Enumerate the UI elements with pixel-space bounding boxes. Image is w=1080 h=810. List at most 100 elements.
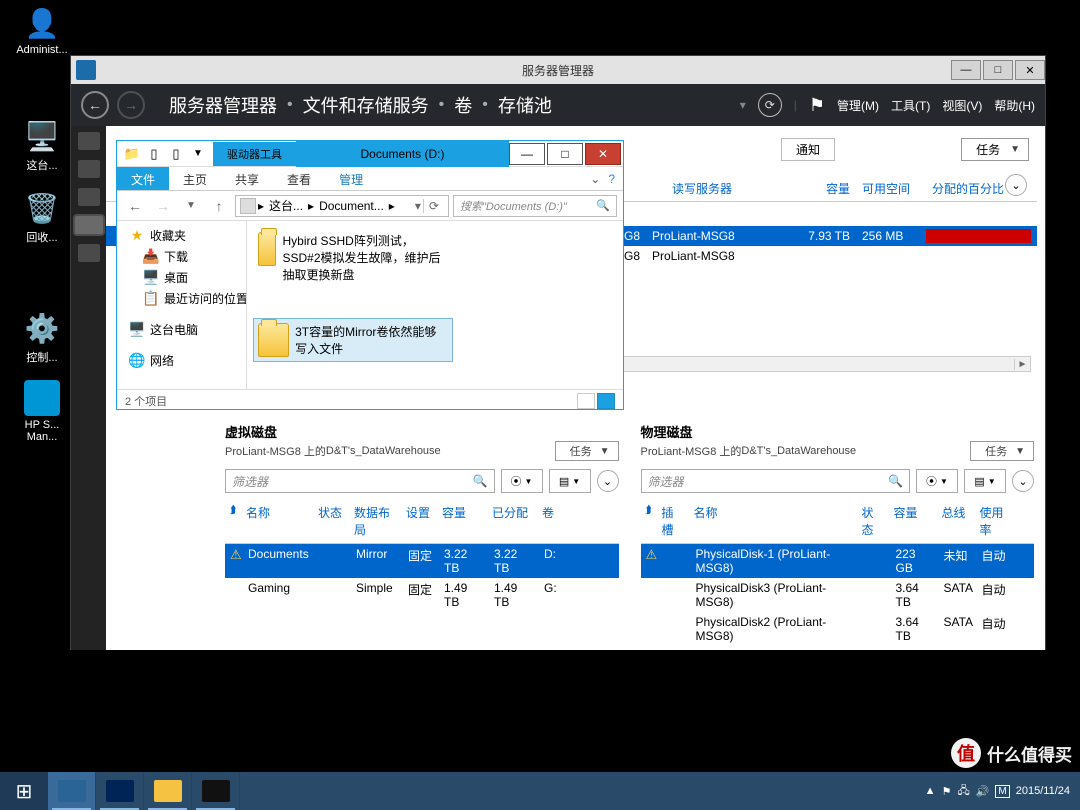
titlebar[interactable]: 📁 ▯ ▯ ▼ 驱动器工具 Documents (D:) — □ ✕ [117, 141, 623, 167]
ime-icon[interactable]: M [995, 785, 1009, 798]
desktop-icon-recycle[interactable]: 🗑️回收... [12, 190, 72, 245]
refresh-icon[interactable]: ⟳ [758, 93, 782, 117]
forward-button[interactable]: → [151, 194, 175, 218]
search-icon[interactable]: 🔍 [888, 474, 903, 488]
folder-icon [258, 323, 289, 357]
file-view[interactable]: Hybird SSHD阵列测试，SSD#2模拟发生故障，维护后抽取更换新盘 3T… [247, 221, 623, 389]
close-button[interactable]: ✕ [585, 143, 621, 165]
filter-dropdown[interactable]: ⦿ ▼ [916, 469, 958, 493]
back-button[interactable]: ← [123, 194, 147, 218]
taskbar-powershell[interactable] [96, 772, 144, 810]
breadcrumb-item[interactable]: 文件和存储服务 [303, 92, 429, 118]
refresh-icon[interactable]: ⟳ [423, 199, 444, 213]
new-folder-icon[interactable]: ▯ [167, 145, 185, 163]
ribbon-context-tab[interactable]: 驱动器工具 [213, 142, 296, 166]
search-icon[interactable]: 🔍 [596, 199, 610, 212]
maximize-button[interactable]: □ [547, 143, 583, 165]
status-text: 2 个项目 [125, 393, 167, 409]
back-button[interactable]: ← [81, 91, 109, 119]
nav-item[interactable] [78, 188, 100, 206]
volume-icon[interactable]: 🔊 [976, 785, 990, 798]
flag-icon[interactable]: ⚑ [809, 95, 825, 116]
filter-dropdown[interactable]: ▤ ▼ [964, 469, 1006, 493]
table-row[interactable]: PhysicalDisk2 (ProLiant-MSG8) 3.64 TB SA… [641, 612, 1035, 646]
desktop-icon-hp[interactable]: HP S... Man... [12, 380, 72, 443]
view-details-button[interactable] [577, 393, 595, 409]
table-row[interactable]: Gaming Simple 固定 1.49 TB 1.49 TB G: [225, 578, 619, 612]
tab-file[interactable]: 文件 [117, 167, 169, 190]
notify-button[interactable]: 通知 [781, 138, 835, 161]
desktop-icon: 🖥️ [143, 270, 159, 286]
network-icon[interactable]: 🖧 [957, 782, 969, 801]
task-dropdown[interactable]: 任务▼ [970, 441, 1034, 461]
menu-tools[interactable]: 工具(T) [891, 97, 930, 114]
quick-access-toolbar: 📁 ▯ ▯ ▼ [117, 145, 213, 163]
help-icon[interactable]: ? [608, 172, 615, 186]
minimize-button[interactable]: — [509, 143, 545, 165]
expand-button[interactable]: ⌄ [597, 470, 619, 492]
flag-icon[interactable]: ⚑ [942, 785, 952, 798]
filter-input[interactable]: 筛选器🔍 [641, 469, 911, 493]
table-row[interactable]: ⚠ Documents Mirror 固定 3.22 TB 3.22 TB D: [225, 544, 619, 578]
menu-manage[interactable]: 管理(M) [837, 97, 879, 114]
nav-item[interactable] [78, 244, 100, 262]
expand-button[interactable]: ⌄ [1012, 470, 1034, 492]
task-dropdown[interactable]: 任务▼ [555, 441, 619, 461]
clock[interactable]: 2015/11/24 [1016, 785, 1070, 797]
tab-view[interactable]: 查看 [273, 167, 325, 190]
tree-network[interactable]: 🌐网络 [121, 350, 242, 371]
start-button[interactable]: ⊞ [0, 772, 48, 810]
ribbon: 文件 主页 共享 查看 管理 ⌄ ? [117, 167, 623, 191]
search-icon[interactable]: 🔍 [473, 474, 488, 488]
taskbar-explorer[interactable] [144, 772, 192, 810]
tree-favorites[interactable]: ★收藏夹 [121, 225, 242, 246]
view-icons-button[interactable] [597, 393, 615, 409]
tree-downloads[interactable]: 📥下载 [121, 246, 242, 267]
folder-icon: 📁 [123, 145, 141, 163]
usage-bar [926, 229, 1031, 243]
taskbar-server-manager[interactable] [48, 772, 96, 810]
menu-view[interactable]: 视图(V) [942, 97, 982, 114]
nav-item[interactable] [78, 132, 100, 150]
nav-item[interactable] [78, 160, 100, 178]
chevron-down-icon[interactable]: ⌄ [590, 172, 600, 186]
titlebar[interactable]: 服务器管理器 — □ ✕ [71, 56, 1045, 84]
desktop-icon-control[interactable]: ⚙️控制... [12, 310, 72, 365]
table-row[interactable]: PhysicalDisk0 (ProLiant-MSG8) 447 GB SAT… [641, 646, 1035, 650]
desktop-icon-admin[interactable]: 👤Administ... [12, 5, 72, 56]
qat-dropdown[interactable]: ▼ [189, 145, 207, 163]
table-row[interactable]: PhysicalDisk3 (ProLiant-MSG8) 3.64 TB SA… [641, 578, 1035, 612]
tree-desktop[interactable]: 🖥️桌面 [121, 267, 242, 288]
recent-dropdown[interactable]: ▼ [179, 194, 203, 218]
tree-thispc[interactable]: 🖥️这台电脑 [121, 319, 242, 340]
system-tray[interactable]: ▲ ⚑ 🖧 🔊 M 2015/11/24 [915, 772, 1080, 810]
breadcrumb-item[interactable]: 卷 [454, 92, 472, 118]
filter-input[interactable]: 筛选器🔍 [225, 469, 495, 493]
folder-item[interactable]: 3T容量的Mirror卷依然能够写入文件 [253, 318, 453, 362]
pane-title: 物理磁盘 [641, 422, 1035, 441]
address-bar[interactable]: ▸ 这台...▸ Document...▸ ▾ ⟳ [235, 195, 449, 217]
desktop-icon-pc[interactable]: 🖥️这台... [12, 118, 72, 173]
properties-icon[interactable]: ▯ [145, 145, 163, 163]
tab-home[interactable]: 主页 [169, 167, 221, 190]
up-button[interactable]: ↑ [207, 194, 231, 218]
folder-label: Hybird SSHD阵列测试，SSD#2模拟发生故障，维护后抽取更换新盘 [282, 232, 448, 283]
task-dropdown[interactable]: 任务▼ [961, 138, 1029, 161]
tab-share[interactable]: 共享 [221, 167, 273, 190]
breadcrumb-item[interactable]: 服务器管理器 [169, 92, 277, 118]
menu-help[interactable]: 帮助(H) [994, 97, 1035, 114]
filter-dropdown[interactable]: ▤ ▼ [549, 469, 591, 493]
forward-button[interactable]: → [117, 91, 145, 119]
tray-icon[interactable]: ▲ [925, 785, 936, 797]
tree-recent[interactable]: 📋最近访问的位置 [121, 288, 242, 309]
table-row[interactable]: ⚠ PhysicalDisk-1 (ProLiant-MSG8) 223 GB … [641, 544, 1035, 578]
nav-item-active[interactable] [75, 216, 103, 234]
folder-item[interactable]: Hybird SSHD阵列测试，SSD#2模拟发生故障，维护后抽取更换新盘 [253, 227, 453, 288]
warning-icon: ⚠ [225, 547, 243, 575]
table-header: ⮭ 名称 状态 数据布局 设置 容量 已分配 卷 [225, 501, 619, 544]
breadcrumb-item[interactable]: 存储池 [498, 92, 552, 118]
filter-dropdown[interactable]: ⦿ ▼ [501, 469, 543, 493]
search-input[interactable]: 搜索"Documents (D:)" 🔍 [453, 195, 617, 217]
tab-manage[interactable]: 管理 [325, 167, 377, 190]
taskbar-cmd[interactable] [192, 772, 240, 810]
